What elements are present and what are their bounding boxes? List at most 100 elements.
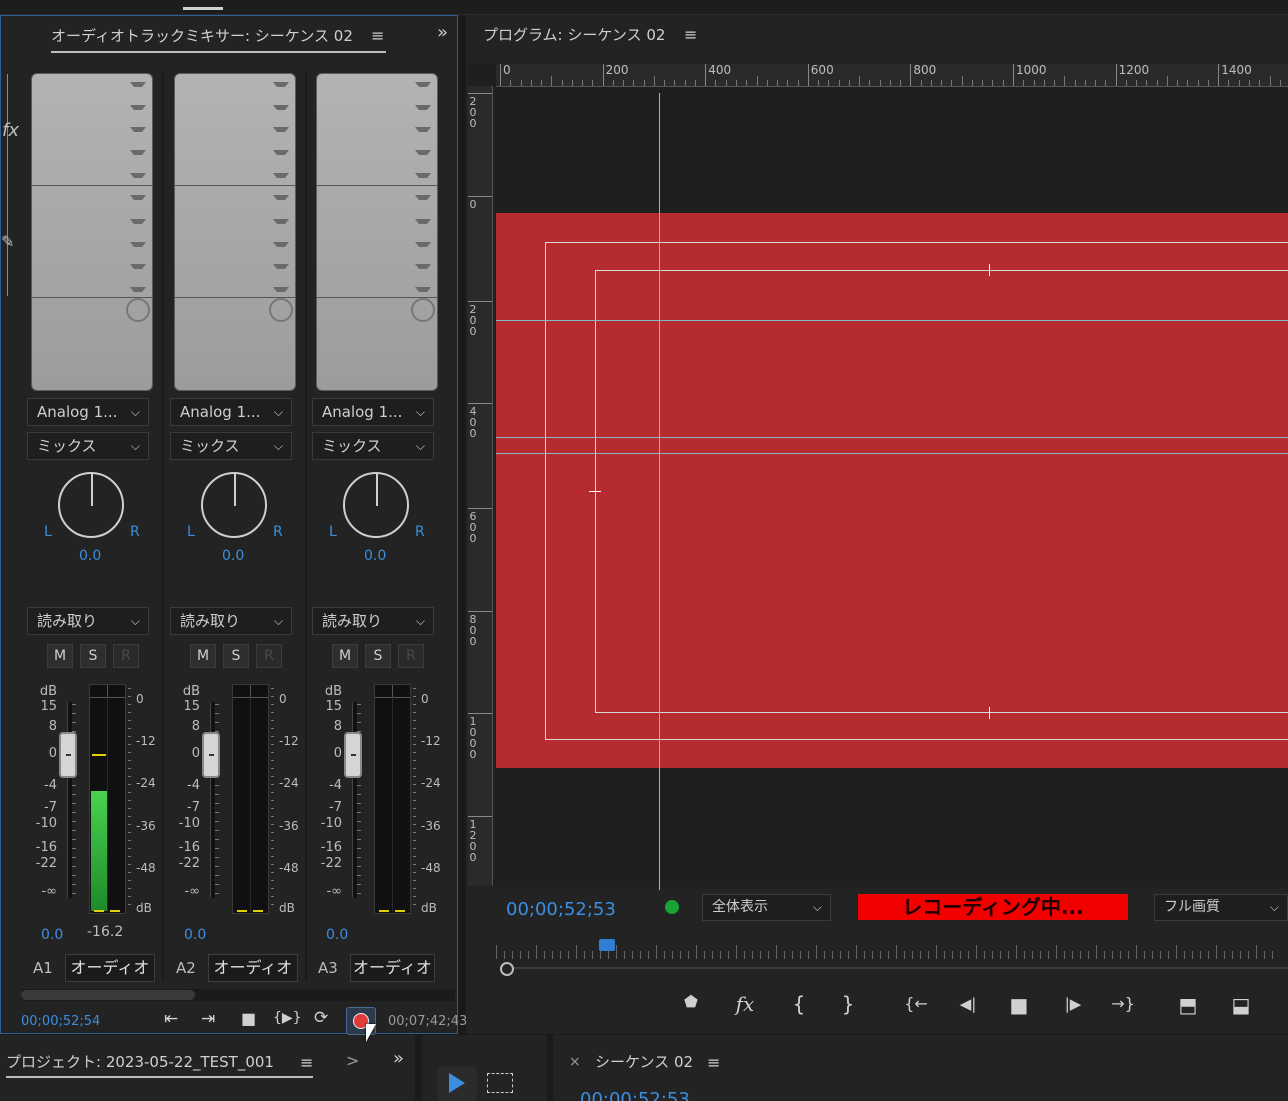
project-next-icon[interactable]: > (346, 1051, 359, 1070)
volume-value[interactable]: 0.0 (326, 927, 348, 943)
zoom-scroll-bar[interactable] (514, 967, 1288, 969)
effect-slot-arrow-icon[interactable] (130, 105, 146, 110)
program-tab-title[interactable]: プログラム: シーケンス 02 (483, 24, 665, 45)
mute-button[interactable]: M (47, 644, 73, 668)
effect-slot-arrow-icon[interactable] (415, 105, 431, 110)
project-tab-title[interactable]: プロジェクト: 2023-05-22_TEST_001 (6, 1051, 274, 1072)
step-forward-icon[interactable]: |▶ (1058, 995, 1088, 1013)
mark-out-icon[interactable]: } (833, 992, 863, 1016)
fx-icon[interactable]: fx (730, 992, 760, 1016)
close-icon[interactable]: × (569, 1054, 581, 1070)
play-in-to-out-icon[interactable]: {▶} (273, 1010, 302, 1026)
effect-slot-arrow-icon[interactable] (130, 242, 146, 247)
effect-slot-arrow-icon[interactable] (273, 195, 289, 200)
zoom-dropdown[interactable]: 全体表示 ⌵ (702, 894, 831, 921)
effect-slot-arrow-icon[interactable] (130, 195, 146, 200)
zoom-scroll-handle[interactable] (500, 962, 514, 976)
effect-slot-arrow-icon[interactable] (273, 242, 289, 247)
record-enable-button[interactable]: R (398, 644, 424, 668)
effect-slot-arrow-icon[interactable] (130, 173, 146, 178)
selection-tool-button[interactable] (437, 1067, 477, 1101)
volume-fader-handle[interactable] (344, 732, 362, 778)
solo-button[interactable]: S (365, 644, 391, 668)
step-back-icon[interactable]: ◀| (953, 995, 983, 1013)
volume-value[interactable]: 0.0 (184, 927, 206, 943)
effect-slot-arrow-icon[interactable] (130, 264, 146, 269)
track-name-field[interactable]: オーディオ (65, 954, 155, 982)
pan-knob[interactable] (343, 472, 409, 538)
mixer-scrollbar-thumb[interactable] (21, 990, 195, 1000)
effect-slot-arrow-icon[interactable] (415, 195, 431, 200)
go-to-out-icon[interactable]: →} (1108, 994, 1138, 1013)
record-enable-button[interactable]: R (113, 644, 139, 668)
mixer-panel-menu-icon[interactable]: ≡ (371, 26, 384, 45)
mute-button[interactable]: M (190, 644, 216, 668)
record-enable-button[interactable]: R (256, 644, 282, 668)
output-dropdown[interactable]: ミックス ⌵ (312, 432, 434, 460)
send-volume-knob[interactable] (269, 298, 293, 322)
mixer-scrollbar-track[interactable] (21, 989, 455, 1001)
automation-mode-dropdown[interactable]: 読み取り ⌵ (170, 607, 292, 635)
track-select-tool-icon[interactable] (487, 1073, 513, 1093)
send-volume-knob[interactable] (411, 298, 435, 322)
project-panel-menu-icon[interactable]: ≡ (300, 1053, 313, 1072)
quality-dropdown[interactable]: フル画質 ⌵ (1154, 894, 1288, 921)
effect-slot-arrow-icon[interactable] (273, 82, 289, 87)
vertical-guide[interactable] (659, 93, 660, 890)
horizontal-guide-1[interactable] (496, 320, 1288, 321)
mixer-overflow-icon[interactable]: » (437, 22, 448, 43)
pan-value[interactable]: 0.0 (222, 548, 244, 564)
volume-value[interactable]: 0.0 (41, 927, 63, 943)
volume-fader-handle[interactable] (59, 732, 77, 778)
effect-slot-arrow-icon[interactable] (273, 105, 289, 110)
input-dropdown[interactable]: Analog 1... ⌵ (170, 398, 292, 426)
effect-slot-arrow-icon[interactable] (415, 287, 431, 292)
effect-slot-arrow-icon[interactable] (130, 219, 146, 224)
effect-slot-arrow-icon[interactable] (130, 287, 146, 292)
input-dropdown[interactable]: Analog 1... ⌵ (27, 398, 149, 426)
project-overflow-icon[interactable]: » (393, 1048, 404, 1069)
go-to-out-icon[interactable]: ⇥ (201, 1009, 215, 1029)
go-to-in-icon[interactable]: {← (901, 994, 931, 1013)
program-timecode[interactable]: 00;00;52;53 (506, 899, 616, 920)
peak-value[interactable]: -16.2 (87, 924, 123, 940)
extract-icon[interactable]: ⬓ (1226, 993, 1256, 1017)
effect-slot-arrow-icon[interactable] (415, 150, 431, 155)
effect-slot-arrow-icon[interactable] (273, 264, 289, 269)
automation-mode-dropdown[interactable]: 読み取り ⌵ (27, 607, 149, 635)
effect-slot-arrow-icon[interactable] (130, 127, 146, 132)
pan-knob[interactable] (58, 472, 124, 538)
lift-icon[interactable]: ⬒ (1173, 993, 1203, 1017)
solo-button[interactable]: S (223, 644, 249, 668)
effect-slot-arrow-icon[interactable] (415, 242, 431, 247)
effect-slot-arrow-icon[interactable] (273, 127, 289, 132)
effect-slot-arrow-icon[interactable] (273, 173, 289, 178)
program-panel-menu-icon[interactable]: ≡ (684, 25, 697, 44)
effects-and-sends-area[interactable] (316, 73, 438, 391)
playhead-icon[interactable] (599, 939, 615, 951)
stop-icon[interactable]: ■ (241, 1009, 256, 1028)
pan-value[interactable]: 0.0 (364, 548, 386, 564)
effect-slot-arrow-icon[interactable] (415, 219, 431, 224)
loop-icon[interactable]: ⟳ (314, 1008, 328, 1028)
effect-slot-arrow-icon[interactable] (130, 82, 146, 87)
pan-knob[interactable] (201, 472, 267, 538)
track-name-field[interactable]: オーディオ (350, 954, 435, 982)
volume-fader-handle[interactable] (202, 732, 220, 778)
mixer-tab-title[interactable]: オーディオトラックミキサー: シーケンス 02 (51, 25, 353, 46)
effect-slot-arrow-icon[interactable] (415, 127, 431, 132)
input-dropdown[interactable]: Analog 1... ⌵ (312, 398, 434, 426)
effects-and-sends-area[interactable] (31, 73, 153, 391)
effect-slot-arrow-icon[interactable] (273, 219, 289, 224)
send-volume-knob[interactable] (126, 298, 150, 322)
output-dropdown[interactable]: ミックス ⌵ (27, 432, 149, 460)
effect-slot-arrow-icon[interactable] (415, 173, 431, 178)
sequence-timecode[interactable]: 00;00;52;53 (580, 1091, 690, 1101)
effects-and-sends-area[interactable] (174, 73, 296, 391)
pan-value[interactable]: 0.0 (79, 548, 101, 564)
go-to-in-icon[interactable]: ⇤ (164, 1009, 178, 1029)
stop-icon[interactable]: ■ (1004, 993, 1034, 1017)
horizontal-guide-2[interactable] (496, 437, 1288, 438)
solo-button[interactable]: S (80, 644, 106, 668)
horizontal-guide-3[interactable] (496, 453, 1288, 454)
